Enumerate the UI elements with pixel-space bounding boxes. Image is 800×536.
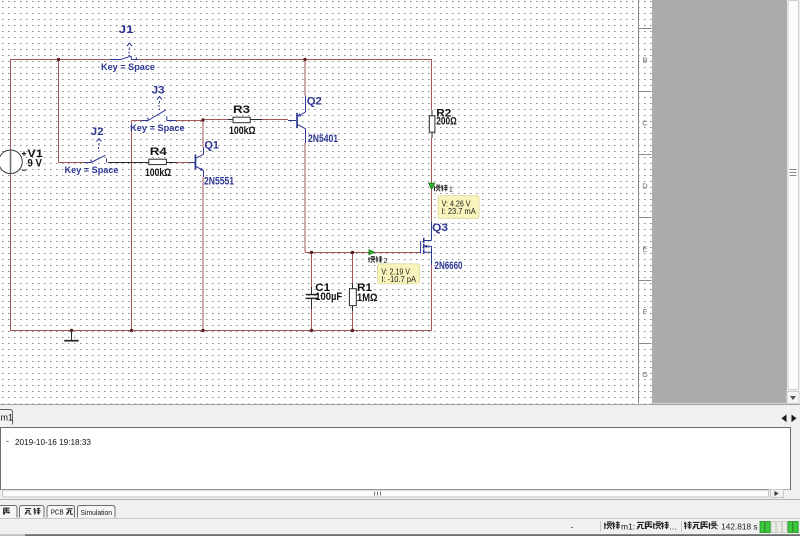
svg-text:I: -10.7 pA: I: -10.7 pA <box>381 274 416 284</box>
svg-text:I: 23.7 mA: I: 23.7 mA <box>442 206 476 216</box>
svg-text:9 V: 9 V <box>27 158 42 170</box>
svg-text:Q2: Q2 <box>307 95 322 107</box>
svg-text:R4: R4 <box>150 146 168 158</box>
svg-text:1MΩ: 1MΩ <box>357 292 378 304</box>
svg-text:Simulation: Simulation <box>81 508 113 517</box>
svg-text:Key = Space: Key = Space <box>130 123 185 133</box>
svg-text:1: 1 <box>449 184 453 193</box>
svg-text:J1: J1 <box>119 24 134 36</box>
svg-text:m1:: m1: <box>621 522 635 532</box>
svg-text:E: E <box>642 245 647 254</box>
svg-text:Q1: Q1 <box>204 139 219 151</box>
svg-text:: 142.818 s: : 142.818 s <box>717 522 758 532</box>
svg-text:-: - <box>6 436 9 446</box>
svg-text:2: 2 <box>383 256 387 265</box>
svg-text:2N5401: 2N5401 <box>308 133 338 145</box>
svg-text:100kΩ: 100kΩ <box>145 167 171 179</box>
svg-text:J3: J3 <box>152 84 165 96</box>
svg-text:200Ω: 200Ω <box>436 116 457 128</box>
svg-text:F: F <box>643 307 648 316</box>
svg-text:-: - <box>571 522 574 532</box>
svg-text:m1: m1 <box>1 413 14 423</box>
svg-text:100µF: 100µF <box>315 291 342 303</box>
svg-text:C: C <box>642 119 648 128</box>
svg-text:100kΩ: 100kΩ <box>229 125 256 137</box>
svg-text:...: ... <box>670 522 677 532</box>
svg-text:2N5551: 2N5551 <box>204 175 234 187</box>
svg-text:G: G <box>642 370 648 379</box>
svg-text:2N6660: 2N6660 <box>435 260 463 272</box>
svg-text:PCB: PCB <box>51 508 64 517</box>
svg-text:R3: R3 <box>233 104 250 116</box>
svg-text:Key = Space: Key = Space <box>65 165 119 175</box>
svg-text:J2: J2 <box>91 126 104 138</box>
svg-text:B: B <box>642 56 647 65</box>
svg-text:Q3: Q3 <box>432 222 448 234</box>
svg-text:Key = Space: Key = Space <box>101 62 155 72</box>
svg-text:2019-10-16 19:18:33: 2019-10-16 19:18:33 <box>15 438 92 447</box>
svg-text:D: D <box>642 182 648 191</box>
